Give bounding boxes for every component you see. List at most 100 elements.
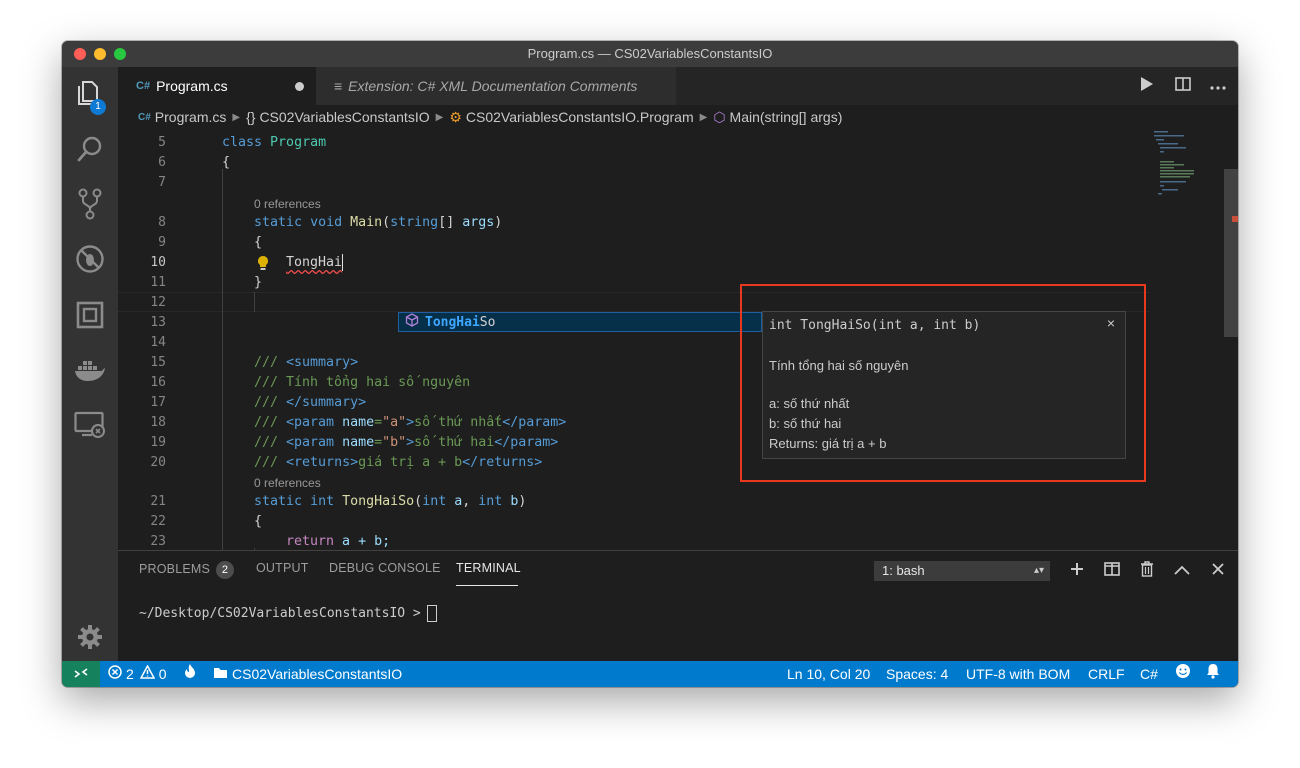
vertical-scrollbar[interactable] (1224, 129, 1238, 550)
comment: /// (254, 415, 287, 430)
keyword: int (478, 494, 503, 509)
split-editor-icon (1175, 76, 1191, 96)
unsaved-dot-icon[interactable] (295, 81, 304, 91)
indentation-status[interactable]: Spaces: 4 (886, 661, 948, 687)
keyword: int (310, 494, 335, 509)
comment: giá trị a + b (358, 455, 463, 470)
breadcrumb-class[interactable]: CS02VariablesConstantsIO.Program (466, 109, 694, 125)
bell-icon (1206, 661, 1220, 687)
code-line-10: TongHai (286, 253, 344, 273)
split-editor-button[interactable] (1166, 67, 1200, 105)
status-bar: 2 0 CS02VariablesConstantsIO Ln 10, Col … (62, 661, 1238, 687)
breadcrumb-namespace[interactable]: CS02VariablesConstantsIO (259, 109, 429, 125)
keyword: class (222, 135, 263, 150)
tab-extension-docs[interactable]: ≡ Extension: C# XML Documentation Commen… (316, 67, 676, 105)
terminal-prompt-line[interactable]: ~/Desktop/CS02VariablesConstantsIO > (139, 605, 437, 622)
split-terminal-button[interactable] (1100, 559, 1124, 583)
activity-remote-explorer[interactable] (62, 403, 118, 447)
line-number: 18 (150, 415, 166, 430)
comment: số thứ nhất (414, 415, 503, 430)
title-bar: Program.cs — CS02VariablesConstantsIO (62, 41, 1238, 67)
punct: ) (494, 215, 503, 230)
flame-icon (183, 661, 197, 687)
more-actions-button[interactable] (1201, 67, 1235, 105)
code-line-20: /// <returns>giá trị a + b</returns> (254, 453, 542, 473)
comment: /// (254, 455, 287, 470)
activity-source-control[interactable] (62, 182, 118, 226)
maximize-panel-button[interactable] (1170, 559, 1194, 583)
namespace-braces-icon: {} (246, 109, 256, 125)
line-number: 22 (150, 514, 166, 529)
xml-value: "b" (382, 435, 407, 450)
xml-tag: <param (286, 435, 343, 450)
activity-search[interactable] (62, 127, 118, 171)
code-line-6: { (222, 155, 231, 170)
tab-problems[interactable]: PROBLEMS 2 (139, 561, 235, 579)
indent-guide (254, 292, 255, 312)
remote-indicator[interactable] (62, 661, 100, 687)
eol-status[interactable]: CRLF (1088, 661, 1125, 687)
suggest-widget-item[interactable]: TongHai So (398, 312, 762, 332)
select-arrows-icon: ▴▾ (1033, 565, 1044, 576)
kill-terminal-button[interactable] (1135, 559, 1159, 583)
workspace-folder-name: CS02VariablesConstantsIO (232, 666, 403, 682)
problems-status[interactable]: 2 0 (108, 661, 167, 687)
line-number: 15 (150, 355, 166, 370)
tab-program-cs[interactable]: C# Program.cs (118, 67, 316, 105)
flame-status-button[interactable] (183, 661, 197, 687)
terminal-prompt: ~/Desktop/CS02VariablesConstantsIO > (139, 606, 421, 621)
keyword: static (254, 494, 303, 509)
suggest-rest: So (479, 314, 496, 330)
breadcrumb-method[interactable]: Main(string[] args) (730, 109, 843, 125)
codelens-references[interactable]: 0 references (254, 196, 321, 212)
split-terminal-icon (1104, 561, 1120, 581)
scrollbar-thumb[interactable] (1224, 169, 1238, 337)
terminal-select[interactable]: 1: bash ▴▾ (874, 561, 1050, 581)
class-name: Program (270, 135, 327, 150)
keyword: return (286, 534, 335, 549)
code-line-11: } (254, 275, 263, 290)
codelens-references[interactable]: 0 references (254, 475, 321, 491)
run-button[interactable] (1130, 67, 1164, 105)
active-tab-underline (456, 585, 518, 586)
line-number: 11 (150, 275, 166, 290)
folder-icon (213, 661, 228, 687)
method-cube-icon (405, 313, 419, 331)
activity-manage[interactable] (62, 615, 118, 659)
chevron-up-icon (1174, 562, 1190, 580)
line-number: 16 (150, 375, 166, 390)
keyword: int (422, 494, 447, 509)
code-line-22: { (254, 514, 263, 529)
notifications-button[interactable] (1206, 661, 1220, 687)
feedback-button[interactable] (1175, 661, 1191, 687)
activity-explorer[interactable]: 1 (62, 71, 118, 115)
breadcrumb-file[interactable]: Program.cs (155, 109, 227, 125)
close-panel-button[interactable] (1206, 559, 1230, 583)
code-line-8: static void Main(string[] args) (254, 213, 502, 233)
terminal-select-value: 1: bash (882, 563, 925, 578)
encoding-status[interactable]: UTF-8 with BOM (966, 661, 1070, 687)
workspace-folder-status[interactable]: CS02VariablesConstantsIO (213, 661, 402, 687)
minimap[interactable] (1150, 129, 1220, 550)
chevron-right-icon: ▶ (699, 111, 708, 123)
tab-output[interactable]: OUTPUT (256, 561, 309, 575)
activity-debug[interactable] (62, 237, 118, 281)
xml-tag: <summary> (286, 355, 359, 370)
activity-docker[interactable] (62, 348, 118, 392)
tab-label: Program.cs (156, 78, 228, 94)
extensions-icon (76, 301, 104, 329)
punct: ( (414, 494, 423, 509)
line-number: 23 (150, 534, 166, 549)
code-line-16: /// Tính tổng hai số nguyên (254, 375, 471, 390)
line-number: 14 (150, 335, 166, 350)
activity-extensions[interactable] (62, 293, 118, 337)
xml-attr: name (342, 415, 375, 430)
code-editor[interactable]: 5 6 7 8 9 10 11 12 13 14 15 16 17 18 19 … (118, 129, 1238, 550)
tab-terminal[interactable]: TERMINAL (456, 561, 521, 575)
comment: số thứ hai (414, 435, 495, 450)
language-mode-status[interactable]: C# (1140, 661, 1158, 687)
tab-debug-console[interactable]: DEBUG CONSOLE (329, 561, 441, 575)
new-terminal-button[interactable] (1065, 559, 1089, 583)
tab-problems-label: PROBLEMS (139, 562, 211, 576)
cursor-position-status[interactable]: Ln 10, Col 20 (787, 661, 870, 687)
